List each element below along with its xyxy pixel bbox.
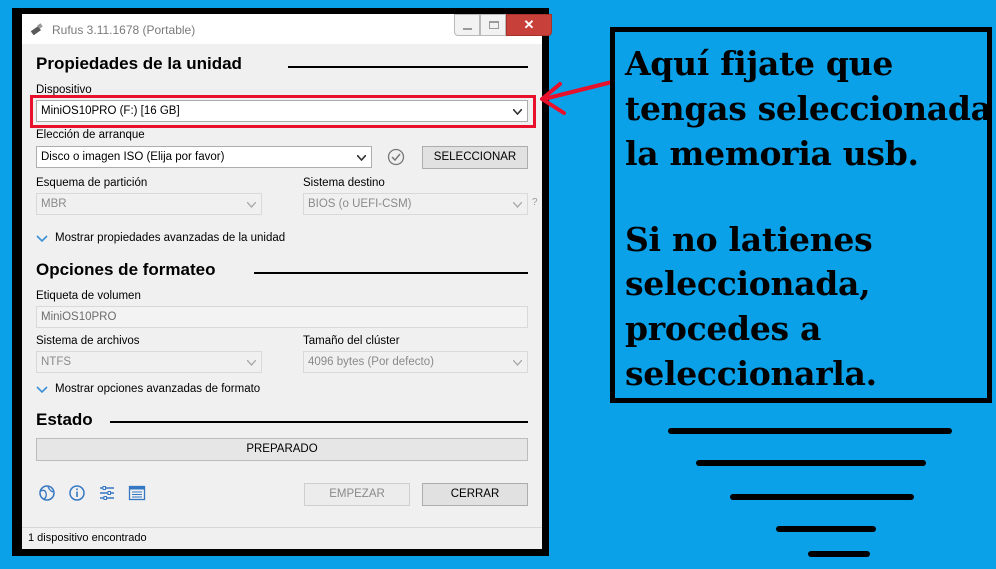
- chevron-down-icon: [357, 155, 366, 161]
- chevron-down-icon: [513, 202, 522, 208]
- usb-drive-icon: [30, 23, 43, 35]
- cluster-size-dropdown[interactable]: 4096 bytes (Por defecto): [303, 351, 528, 373]
- device-highlight-box: [30, 95, 536, 128]
- file-system-dropdown[interactable]: NTFS: [36, 351, 262, 373]
- status-progress-bar: PREPARADO: [36, 438, 528, 461]
- section-heading-drive-properties: Propiedades de la unidad: [36, 54, 242, 73]
- partition-scheme-value: MBR: [41, 198, 67, 210]
- target-system-value: BIOS (o UEFI-CSM): [308, 198, 412, 210]
- rufus-window: Rufus 3.11.1678 (Portable) ✕ Propiedades…: [12, 8, 552, 556]
- red-arrow-icon: [540, 80, 614, 115]
- volume-label-input[interactable]: MiniOS10PRO: [36, 306, 528, 328]
- target-system-dropdown[interactable]: BIOS (o UEFI-CSM): [303, 193, 528, 215]
- minimize-button[interactable]: [454, 14, 480, 36]
- file-system-value: NTFS: [41, 356, 72, 368]
- decorative-bar: [776, 526, 876, 532]
- annotation-line: procedes a: [625, 309, 822, 348]
- decorative-bar: [808, 551, 870, 557]
- select-image-button[interactable]: SELECCIONAR: [422, 146, 528, 169]
- close-icon: ✕: [523, 17, 535, 32]
- section-divider: [288, 66, 528, 68]
- target-system-label: Sistema destino: [303, 177, 385, 189]
- annotation-line: Si no latienes: [625, 220, 873, 259]
- chevron-down-icon: [247, 202, 256, 208]
- partition-scheme-label: Esquema de partición: [36, 177, 148, 189]
- maximize-icon: [489, 21, 499, 29]
- expand-chevron-icon[interactable]: [36, 235, 48, 243]
- log-icon[interactable]: [128, 484, 146, 502]
- annotation-line: tengas seleccionada: [625, 89, 992, 128]
- status-bar-text: 1 dispositivo encontrado: [28, 532, 147, 544]
- annotation-line: seleccionada,: [625, 264, 871, 303]
- annotation-callout: Aquí fijate que tengas seleccionada la m…: [610, 27, 992, 403]
- boot-selection-value: Disco o imagen ISO (Elija por favor): [41, 151, 225, 163]
- expand-chevron-icon[interactable]: [36, 386, 48, 394]
- close-button[interactable]: CERRAR: [422, 483, 528, 506]
- decorative-bar: [730, 494, 914, 500]
- boot-selection-dropdown[interactable]: Disco o imagen ISO (Elija por favor): [36, 146, 372, 168]
- chevron-down-icon: [513, 360, 522, 366]
- checksum-check-icon[interactable]: [387, 148, 405, 166]
- file-system-label: Sistema de archivos: [36, 335, 140, 347]
- annotation-line: la memoria usb.: [625, 134, 919, 173]
- partition-scheme-dropdown[interactable]: MBR: [36, 193, 262, 215]
- annotation-line: seleccionarla.: [625, 354, 877, 393]
- start-button[interactable]: EMPEZAR: [304, 483, 410, 506]
- title-bar[interactable]: Rufus 3.11.1678 (Portable) ✕: [22, 14, 552, 44]
- chevron-down-icon: [247, 360, 256, 366]
- cluster-size-value: 4096 bytes (Por defecto): [308, 356, 434, 368]
- volume-label-value: MiniOS10PRO: [41, 311, 117, 323]
- info-icon[interactable]: [68, 484, 86, 502]
- decorative-bar: [668, 428, 952, 434]
- help-icon[interactable]: ?: [532, 197, 538, 208]
- show-advanced-drive-properties[interactable]: Mostrar propiedades avanzadas de la unid…: [55, 232, 285, 244]
- section-heading-format-options: Opciones de formateo: [36, 260, 216, 279]
- section-divider: [254, 272, 528, 274]
- boot-selection-label: Elección de arranque: [36, 129, 145, 141]
- globe-icon[interactable]: [38, 484, 56, 502]
- minimize-icon: [463, 28, 472, 30]
- annotation-line: Aquí fijate que: [625, 44, 894, 83]
- section-heading-status: Estado: [36, 410, 93, 429]
- show-advanced-format-options[interactable]: Mostrar opciones avanzadas de formato: [55, 383, 260, 395]
- window-title: Rufus 3.11.1678 (Portable): [52, 23, 196, 37]
- settings-icon[interactable]: [98, 484, 116, 502]
- maximize-button[interactable]: [480, 14, 506, 36]
- cluster-size-label: Tamaño del clúster: [303, 335, 400, 347]
- section-divider: [110, 421, 528, 423]
- decorative-bar: [696, 460, 926, 466]
- volume-label-label: Etiqueta de volumen: [36, 290, 141, 302]
- close-window-button[interactable]: ✕: [506, 14, 552, 36]
- status-bar: 1 dispositivo encontrado: [22, 527, 542, 549]
